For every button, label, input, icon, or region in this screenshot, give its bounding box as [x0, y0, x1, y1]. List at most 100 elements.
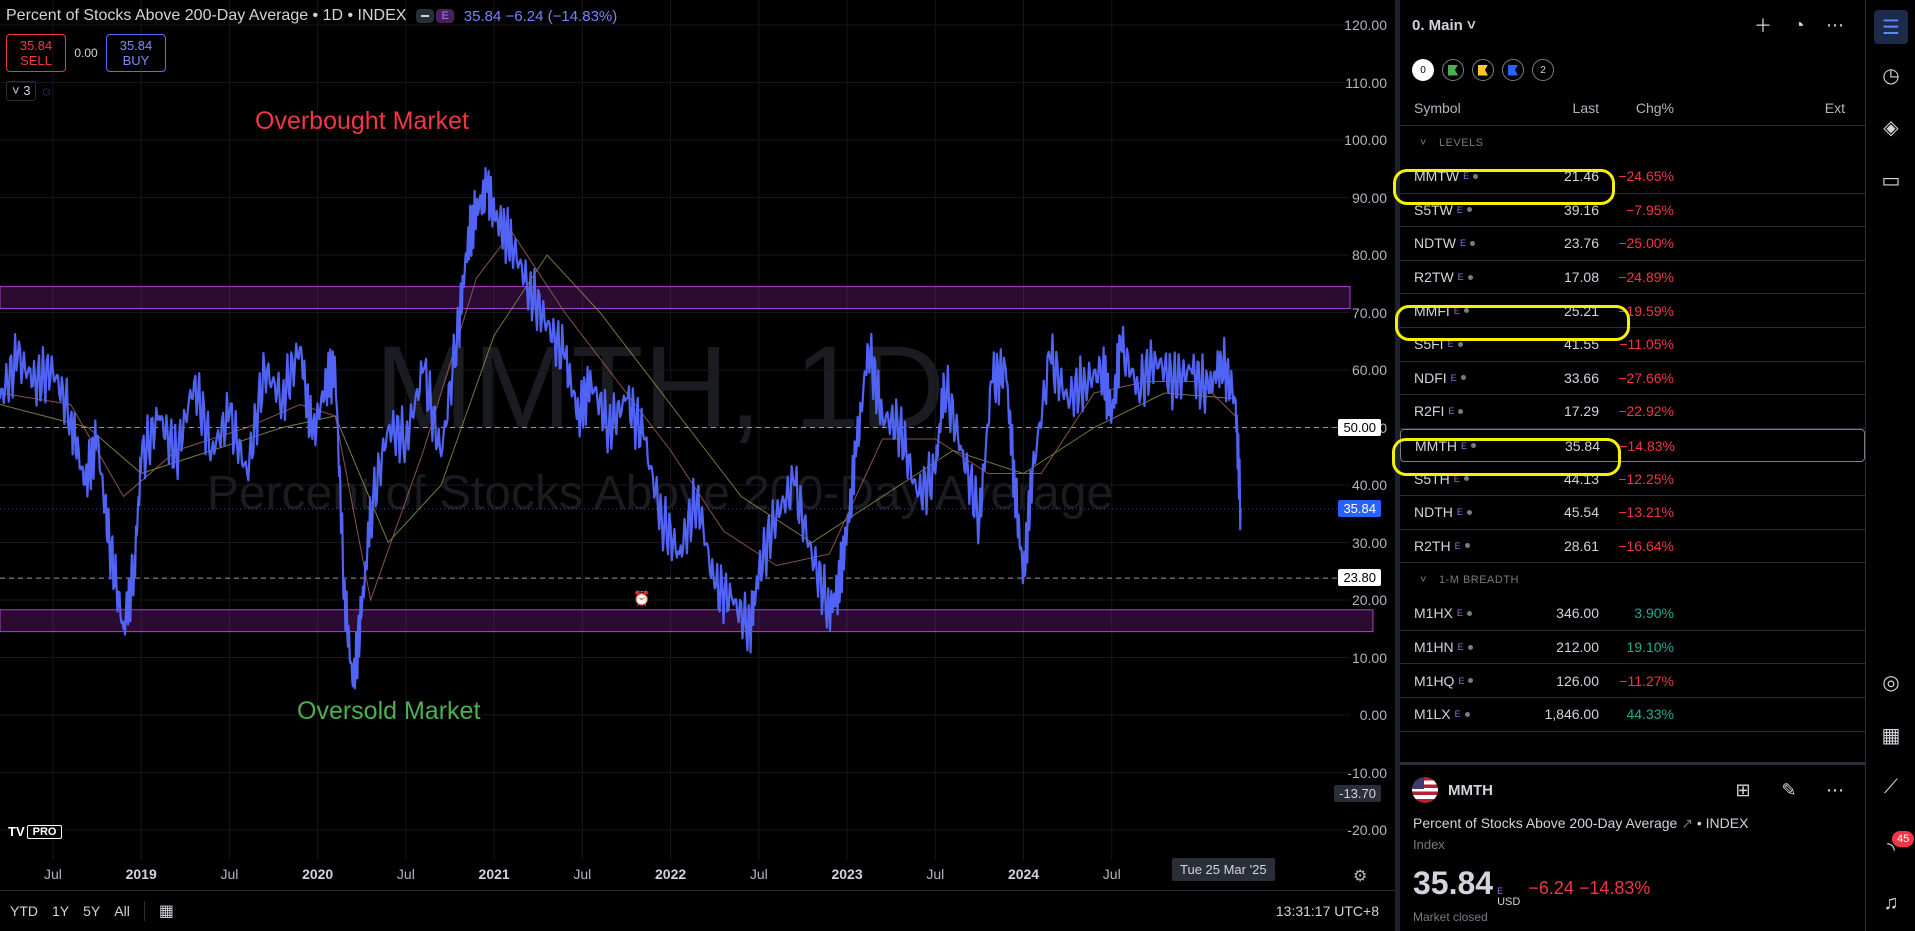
layers-icon[interactable]: ◈ [1874, 110, 1908, 144]
calendar-icon[interactable]: ▦ [1874, 718, 1908, 752]
row-chg: −25.00% [1618, 235, 1674, 252]
watchlist-row[interactable]: S5FI E 41.55 −11.05% [1400, 328, 1865, 362]
x-tick-label: 2024 [1007, 866, 1040, 882]
watchlist-row[interactable]: M1HX E 346.00 3.90% [1400, 597, 1865, 631]
sell-button[interactable]: 35.84 SELL [6, 34, 66, 72]
flag-yellow-icon[interactable] [1472, 59, 1494, 81]
collapse-icon[interactable] [416, 9, 435, 23]
column-ext[interactable]: Ext [1825, 100, 1845, 116]
flag-blue-icon[interactable] [1502, 59, 1524, 81]
section-header[interactable]: ˅ 1-M BREADTH [1400, 563, 1865, 597]
grid-icon[interactable]: ⊞ [1725, 780, 1761, 801]
buy-button[interactable]: 35.84 BUY [106, 34, 166, 72]
row-symbol: S5TW E [1414, 202, 1534, 218]
edit-icon[interactable]: ✎ [1771, 780, 1807, 801]
chevron-down-icon[interactable]: ˅ [1420, 574, 1427, 586]
bell-icon[interactable]: ♫ [1874, 886, 1908, 920]
right-toolbar: ☰ ◷ ◈ ▭ ◎ ▦ ⟋ ◝ 45 ♫ [1865, 0, 1915, 931]
oversold-annotation[interactable]: Oversold Market [297, 697, 480, 726]
watchlist-header: 0. Main ˅ ＋ ◔ ⋯ [1400, 0, 1865, 50]
range-5y-button[interactable]: 5Y [83, 903, 100, 919]
details-price-row: 35.84 E USD −6.24 −14.83% [1400, 865, 1865, 908]
chart-trend-icon[interactable]: ⟋ [1874, 770, 1908, 804]
indicators-toggle[interactable]: ˅ 3 [6, 81, 37, 101]
chart-title: Percent of Stocks Above 200-Day Average … [6, 7, 407, 24]
row-last: 1,846.00 [1544, 706, 1600, 723]
watchlist-row[interactable]: NDTW E 23.76 −25.00% [1400, 227, 1865, 261]
watchlist-row[interactable]: MMTH E 35.84 −14.83% [1400, 428, 1865, 463]
flag-filter-all[interactable]: 0 [1412, 59, 1434, 81]
earnings-marker: E [1453, 305, 1460, 316]
target-icon[interactable]: ◎ [1874, 665, 1908, 699]
row-last: 126.00 [1556, 672, 1599, 689]
date-range-icon[interactable]: ▦ [159, 901, 174, 921]
earnings-marker: E [1461, 440, 1468, 451]
alarm-clock-icon[interactable]: ⏰ [633, 590, 650, 607]
row-chg: −24.89% [1618, 269, 1674, 286]
indicators-row: ˅ 3 ◌ [6, 81, 51, 101]
chevron-down-icon[interactable]: ˅ [1420, 137, 1427, 149]
symbol-details: MMTH ⊞ ✎ ⋯ Percent of Stocks Above 200-D… [1400, 762, 1865, 931]
earnings-marker: E [1457, 642, 1464, 653]
watchlist-row[interactable]: NDTH E 45.54 −13.21% [1400, 496, 1865, 530]
watchlist-row[interactable]: NDFI E 33.66 −27.66% [1400, 362, 1865, 396]
clock[interactable]: 13:31:17 UTC+8 [1276, 903, 1379, 919]
flag-filter-count[interactable]: 2 [1532, 59, 1554, 81]
status-dot-icon [1471, 443, 1477, 449]
range-ytd-button[interactable]: YTD [10, 903, 38, 919]
x-tick-label: Jul [396, 866, 415, 882]
cursor-date-label: Tue 25 Mar '25 [1172, 858, 1275, 881]
watchlist-title[interactable]: 0. Main ˅ [1412, 17, 1745, 34]
column-symbol[interactable]: Symbol [1414, 100, 1534, 116]
range-1y-button[interactable]: 1Y [52, 903, 69, 919]
row-symbol: R2TW E [1414, 269, 1534, 285]
flag-green-icon[interactable] [1442, 59, 1464, 81]
details-symbol[interactable]: MMTH [1448, 782, 1715, 799]
watchlist-row[interactable]: M1HN E 212.00 19.10% [1400, 631, 1865, 665]
external-link-icon[interactable]: ↗ [1681, 815, 1693, 831]
row-last: 33.66 [1563, 369, 1599, 386]
details-name[interactable]: Percent of Stocks Above 200-Day Average [1413, 815, 1677, 831]
status-dot-icon [1466, 207, 1472, 213]
x-tick-label: Jul [220, 866, 239, 882]
watchlist-row[interactable]: MMFI E 25.21 −19.59% [1400, 294, 1865, 328]
advanced-view-icon[interactable]: ◔ [1781, 15, 1817, 36]
row-symbol: S5FI E [1414, 336, 1534, 352]
y-tick-label: 110.00 [1345, 74, 1387, 91]
more-icon[interactable]: ⋯ [1817, 780, 1853, 801]
add-symbol-icon[interactable]: ＋ [1745, 12, 1781, 38]
gear-icon[interactable]: ⚙ [1353, 866, 1367, 886]
earnings-badge[interactable]: E [436, 9, 454, 23]
chat-icon[interactable]: ▭ [1874, 163, 1908, 197]
chart-pane[interactable]: MMTH, 1D Percent of Stocks Above 200-Day… [0, 0, 1395, 890]
row-chg: −12.25% [1618, 470, 1674, 487]
column-last[interactable]: Last [1534, 100, 1599, 116]
alerts-clock-icon[interactable]: ◷ [1874, 58, 1908, 92]
earnings-marker: E [1454, 709, 1461, 720]
watchlist-row[interactable]: R2FI E 17.29 −22.92% [1400, 395, 1865, 429]
row-chg: −11.27% [1619, 672, 1674, 689]
watchlist-row[interactable]: R2TW E 17.08 −24.89% [1400, 261, 1865, 295]
watchlist-row[interactable]: M1HQ E 126.00 −11.27% [1400, 664, 1865, 698]
price-chart[interactable] [0, 0, 1395, 890]
row-last: 346.00 [1556, 605, 1599, 622]
row-symbol: NDTW E [1414, 235, 1534, 251]
y-tick-label: 40.00 [1351, 477, 1387, 493]
details-name-row: Percent of Stocks Above 200-Day Average … [1400, 815, 1865, 837]
watchlist-row[interactable]: S5TW E 39.16 −7.95% [1400, 194, 1865, 228]
column-chg[interactable]: Chg% [1599, 100, 1674, 116]
range-all-button[interactable]: All [114, 903, 130, 919]
row-last: 45.54 [1563, 504, 1599, 521]
more-icon[interactable]: ⋯ [1817, 15, 1853, 36]
earnings-marker: E [1460, 238, 1467, 249]
earnings-marker: E [1453, 473, 1460, 484]
section-header[interactable]: ˅ LEVELS [1400, 126, 1865, 160]
watchlist-row[interactable]: S5TH E 44.13 −12.25% [1400, 462, 1865, 496]
row-symbol: M1LX E [1414, 706, 1534, 722]
watchlist-row[interactable]: R2TH E 28.61 −16.64% [1400, 530, 1865, 564]
tradingview-logo[interactable]: TV PRO [8, 824, 63, 839]
overbought-annotation[interactable]: Overbought Market [255, 107, 469, 136]
watchlist-row[interactable]: M1LX E 1,846.00 44.33% [1400, 698, 1865, 732]
watchlist-row[interactable]: MMTW E 21.46 −24.65% [1400, 160, 1865, 194]
watchlist-icon[interactable]: ☰ [1874, 10, 1908, 44]
